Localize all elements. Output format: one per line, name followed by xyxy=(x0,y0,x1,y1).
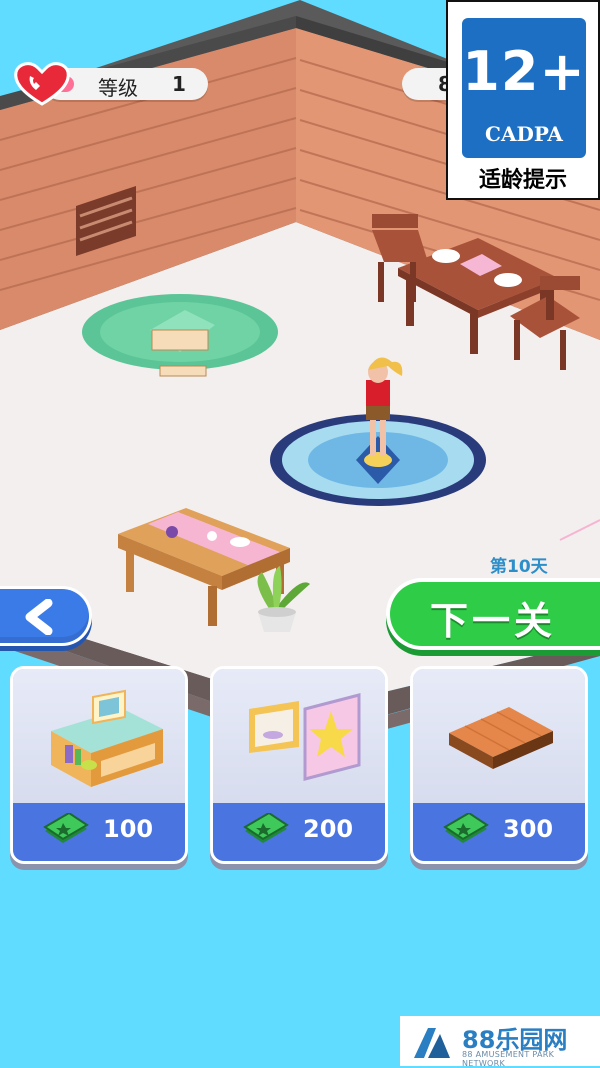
site-logo-icon xyxy=(414,1028,450,1058)
age-rating-badge: 12+ CADPA 适龄提示 xyxy=(446,0,600,200)
shop-item-shelf[interactable]: 100 xyxy=(10,666,188,864)
site-watermark: 88乐园网 88 AMUSEMENT PARK NETWORK xyxy=(400,1016,600,1068)
age-rating-panel: 12+ CADPA xyxy=(462,18,586,158)
cash-icon xyxy=(243,813,289,843)
level-value: 1 xyxy=(172,72,186,96)
floor-tile-icon xyxy=(449,707,553,769)
chair-left xyxy=(372,214,418,228)
shelf-icon xyxy=(51,689,163,787)
cash-icon xyxy=(443,813,489,843)
chevron-left-icon xyxy=(25,599,53,635)
shop-item-price: 300 xyxy=(503,815,554,843)
age-rating-org: CADPA xyxy=(485,122,563,146)
next-level-button[interactable]: 下一关 xyxy=(386,578,600,650)
age-rating-tip: 适龄提示 xyxy=(478,168,567,193)
shop-item-floor[interactable]: 300 xyxy=(410,666,588,864)
shop-item-preview xyxy=(413,669,585,803)
shop-item-preview xyxy=(13,669,185,803)
shop-item-preview xyxy=(213,669,385,803)
shop-item-price: 200 xyxy=(303,815,354,843)
shop-item-price-bar: 300 xyxy=(413,803,585,861)
level-label: 等级 xyxy=(98,76,138,100)
cash-icon xyxy=(43,813,89,843)
day-counter: 第10天 xyxy=(490,557,548,577)
shop-item-price-bar: 200 xyxy=(213,803,385,861)
back-button[interactable] xyxy=(0,586,92,646)
age-rating-number: 12+ xyxy=(462,40,586,103)
game-board xyxy=(151,329,209,351)
watermark-subtitle: 88 AMUSEMENT PARK NETWORK xyxy=(462,1050,555,1068)
pictures-icon xyxy=(249,693,361,781)
shop-item-pictures[interactable]: 200 xyxy=(210,666,388,864)
heart-phone-icon xyxy=(14,62,70,106)
shop-item-price-bar: 100 xyxy=(13,803,185,861)
shop-item-price: 100 xyxy=(103,815,154,843)
next-level-label: 下一关 xyxy=(429,599,556,643)
